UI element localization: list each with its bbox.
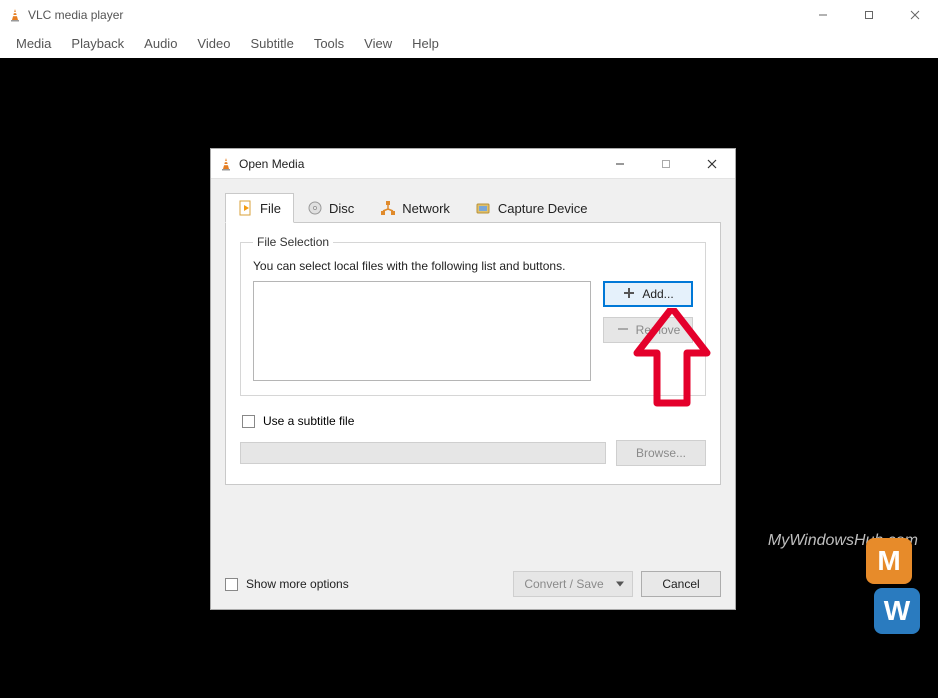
dialog-title: Open Media <box>239 157 304 171</box>
file-list[interactable] <box>253 281 591 381</box>
file-icon <box>238 200 254 216</box>
menu-view[interactable]: View <box>354 32 402 55</box>
convert-save-button[interactable]: Convert / Save <box>513 571 633 597</box>
show-more-label: Show more options <box>246 577 349 591</box>
vlc-cone-icon <box>219 157 233 171</box>
main-title: VLC media player <box>28 8 123 22</box>
browse-button: Browse... <box>616 440 706 466</box>
add-button[interactable]: Add... <box>603 281 693 307</box>
main-titlebar: VLC media player <box>0 0 938 30</box>
tabstrip: File Disc Network Capture Device <box>225 193 721 223</box>
cancel-button-label: Cancel <box>662 577 699 591</box>
show-more-checkbox[interactable] <box>225 578 238 591</box>
open-media-dialog: Open Media File Disc Network Capture Dev… <box>210 148 736 610</box>
cancel-button[interactable]: Cancel <box>641 571 721 597</box>
file-selection-hint: You can select local files with the foll… <box>253 259 693 273</box>
menu-audio[interactable]: Audio <box>134 32 187 55</box>
menu-media[interactable]: Media <box>6 32 61 55</box>
file-selection-group: File Selection You can select local file… <box>240 235 706 396</box>
dialog-titlebar[interactable]: Open Media <box>211 149 735 179</box>
menu-video[interactable]: Video <box>187 32 240 55</box>
tab-capture[interactable]: Capture Device <box>463 193 601 223</box>
minimize-button[interactable] <box>800 0 846 30</box>
dialog-close-button[interactable] <box>689 149 735 179</box>
tab-panel-file: File Selection You can select local file… <box>225 222 721 485</box>
vlc-cone-icon <box>8 8 22 22</box>
capture-icon <box>476 200 492 216</box>
menu-help[interactable]: Help <box>402 32 449 55</box>
tab-network-label: Network <box>402 201 450 216</box>
subtitle-checkbox-label: Use a subtitle file <box>263 414 354 428</box>
menubar: Media Playback Audio Video Subtitle Tool… <box>0 30 938 58</box>
menu-tools[interactable]: Tools <box>304 32 354 55</box>
menu-playback[interactable]: Playback <box>61 32 134 55</box>
tab-file-label: File <box>260 201 281 216</box>
close-button[interactable] <box>892 0 938 30</box>
subtitle-checkbox[interactable] <box>242 415 255 428</box>
add-button-label: Add... <box>642 287 673 301</box>
tab-network[interactable]: Network <box>367 193 463 223</box>
subtitle-path-field <box>240 442 606 464</box>
menu-subtitle[interactable]: Subtitle <box>240 32 303 55</box>
plus-icon <box>622 286 636 303</box>
convert-save-label: Convert / Save <box>524 577 603 591</box>
dialog-maximize-button[interactable] <box>643 149 689 179</box>
network-icon <box>380 200 396 216</box>
tab-file[interactable]: File <box>225 193 294 223</box>
remove-button-label: Remove <box>636 323 681 337</box>
dialog-minimize-button[interactable] <box>597 149 643 179</box>
disc-icon <box>307 200 323 216</box>
file-selection-legend: File Selection <box>253 235 333 249</box>
dropdown-caret-icon <box>616 582 624 587</box>
tab-capture-label: Capture Device <box>498 201 588 216</box>
tab-disc[interactable]: Disc <box>294 193 367 223</box>
maximize-button[interactable] <box>846 0 892 30</box>
remove-button: Remove <box>603 317 693 343</box>
minus-icon <box>616 322 630 339</box>
browse-button-label: Browse... <box>636 446 686 460</box>
tab-disc-label: Disc <box>329 201 354 216</box>
